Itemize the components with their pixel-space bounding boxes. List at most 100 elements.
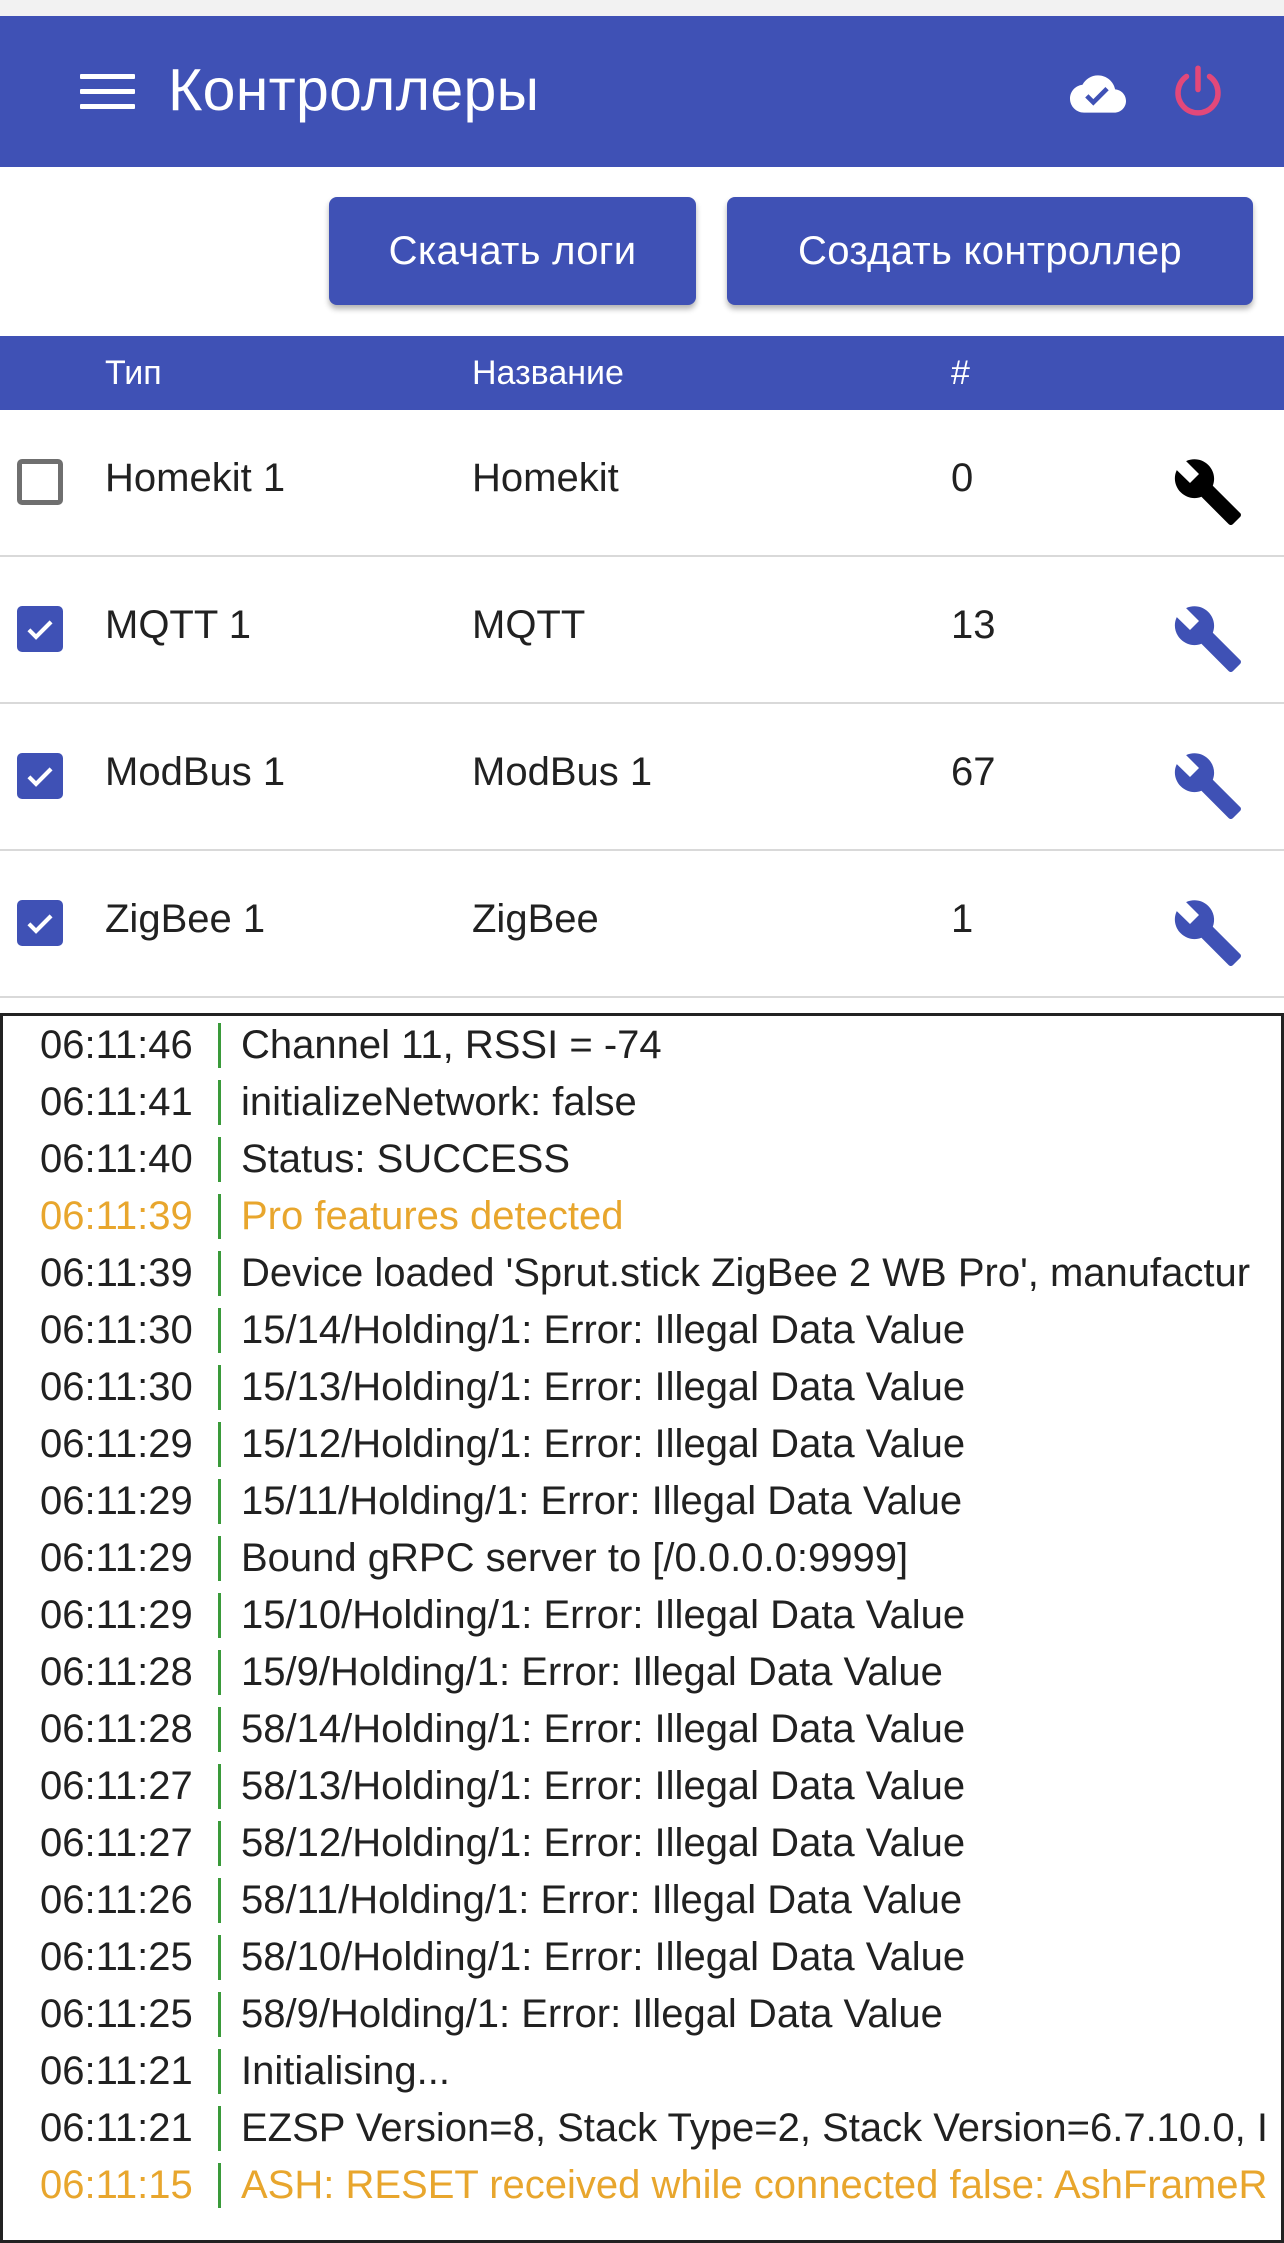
log-timestamp: 06:11:40 xyxy=(40,1137,193,1181)
log-message: 15/11/Holding/1: Error: Illegal Data Val… xyxy=(241,1479,963,1523)
log-separator xyxy=(218,1251,221,1296)
log-message: Channel 11, RSSI = -74 xyxy=(241,1023,662,1067)
table-row[interactable]: Homekit 1 Homekit 0 xyxy=(0,410,1284,557)
log-message: Pro features detected xyxy=(241,1194,624,1238)
cell-type: ModBus 1 xyxy=(105,750,286,794)
download-logs-button[interactable]: Скачать логи xyxy=(329,197,696,305)
log-message: Bound gRPC server to [/0.0.0.0:9999] xyxy=(241,1536,909,1580)
log-separator xyxy=(218,1650,221,1695)
log-timestamp: 06:11:46 xyxy=(40,1023,193,1067)
log-separator xyxy=(218,1422,221,1467)
log-separator xyxy=(218,1536,221,1581)
check-icon xyxy=(27,914,53,934)
log-message: 58/13/Holding/1: Error: Illegal Data Val… xyxy=(241,1764,966,1808)
log-message: 58/10/Holding/1: Error: Illegal Data Val… xyxy=(241,1935,966,1979)
log-separator xyxy=(218,2106,221,2151)
cell-count: 1 xyxy=(951,897,974,941)
log-timestamp: 06:11:27 xyxy=(40,1764,193,1808)
column-header-type[interactable]: Тип xyxy=(105,354,162,393)
log-timestamp: 06:11:30 xyxy=(40,1365,193,1409)
action-bar: Скачать логи Создать контроллер xyxy=(0,167,1284,335)
log-line: 06:11:29 Bound gRPC server to [/0.0.0.0:9… xyxy=(3,1530,1281,1587)
wrench-icon[interactable] xyxy=(1172,897,1244,969)
log-panel[interactable]: 06:11:46 Channel 11, RSSI = -74 06:11:41 in… xyxy=(0,1013,1284,2243)
log-message: ASH: RESET received while connected fals… xyxy=(241,2163,1268,2207)
log-timestamp: 06:11:41 xyxy=(40,1080,193,1124)
app-bar: Контроллеры xyxy=(0,16,1284,167)
log-separator xyxy=(218,1194,221,1239)
column-header-count[interactable]: # xyxy=(951,354,970,393)
log-line: 06:11:29 15/11/Holding/1: Error: Illegal … xyxy=(3,1473,1281,1530)
log-separator xyxy=(218,1308,221,1353)
log-message: 15/12/Holding/1: Error: Illegal Data Val… xyxy=(241,1422,966,1466)
log-message: 15/9/Holding/1: Error: Illegal Data Valu… xyxy=(241,1650,943,1694)
row-checkbox[interactable] xyxy=(17,459,63,505)
log-line: 06:11:21 EZSP Version=8, Stack Type=2, St… xyxy=(3,2100,1281,2157)
log-line: 06:11:29 15/10/Holding/1: Error: Illegal … xyxy=(3,1587,1281,1644)
log-message: Device loaded 'Sprut.stick ZigBee 2 WB P… xyxy=(241,1251,1251,1295)
wrench-icon[interactable] xyxy=(1172,603,1244,675)
log-message: 58/11/Holding/1: Error: Illegal Data Val… xyxy=(241,1878,963,1922)
check-icon xyxy=(27,767,53,787)
log-message: 58/14/Holding/1: Error: Illegal Data Val… xyxy=(241,1707,966,1751)
log-separator xyxy=(218,2163,221,2208)
row-checkbox[interactable] xyxy=(17,900,63,946)
cell-type: Homekit 1 xyxy=(105,456,286,500)
log-message: 15/10/Holding/1: Error: Illegal Data Val… xyxy=(241,1593,966,1637)
cell-count: 0 xyxy=(951,456,974,500)
log-line: 06:11:39 Device loaded 'Sprut.stick ZigBe… xyxy=(3,1245,1281,1302)
log-separator xyxy=(218,1878,221,1923)
log-message: initializeNetwork: false xyxy=(241,1080,637,1124)
log-timestamp: 06:11:28 xyxy=(40,1650,193,1694)
row-checkbox[interactable] xyxy=(17,606,63,652)
log-line: 06:11:28 58/14/Holding/1: Error: Illegal … xyxy=(3,1701,1281,1758)
log-separator xyxy=(218,1935,221,1980)
table-row[interactable]: ZigBee 1 ZigBee 1 xyxy=(0,851,1284,998)
log-timestamp: 06:11:25 xyxy=(40,1935,193,1979)
log-timestamp: 06:11:21 xyxy=(40,2106,193,2150)
log-separator xyxy=(218,1479,221,1524)
log-separator xyxy=(218,1137,221,1182)
column-header-name[interactable]: Название xyxy=(472,354,624,393)
cell-count: 13 xyxy=(951,603,996,647)
log-separator xyxy=(218,2049,221,2094)
log-line: 06:11:25 58/10/Holding/1: Error: Illegal … xyxy=(3,1929,1281,1986)
create-controller-button[interactable]: Создать контроллер xyxy=(727,197,1253,305)
log-message: EZSP Version=8, Stack Type=2, Stack Vers… xyxy=(241,2106,1268,2150)
log-line: 06:11:27 58/13/Holding/1: Error: Illegal … xyxy=(3,1758,1281,1815)
log-timestamp: 06:11:27 xyxy=(40,1821,193,1865)
table-row[interactable]: ModBus 1 ModBus 1 67 xyxy=(0,704,1284,851)
power-icon[interactable] xyxy=(1168,62,1228,122)
wrench-icon[interactable] xyxy=(1172,456,1244,528)
cloud-done-icon[interactable] xyxy=(1060,66,1136,122)
check-icon xyxy=(27,620,53,640)
wrench-icon[interactable] xyxy=(1172,750,1244,822)
log-line: 06:11:21 Initialising... xyxy=(3,2043,1281,2100)
log-line: 06:11:26 58/11/Holding/1: Error: Illegal … xyxy=(3,1872,1281,1929)
log-message: Status: SUCCESS xyxy=(241,1137,571,1181)
log-message: 15/13/Holding/1: Error: Illegal Data Val… xyxy=(241,1365,966,1409)
log-separator xyxy=(218,1821,221,1866)
log-timestamp: 06:11:29 xyxy=(40,1422,193,1466)
log-line: 06:11:29 15/12/Holding/1: Error: Illegal … xyxy=(3,1416,1281,1473)
log-line: 06:11:25 58/9/Holding/1: Error: Illegal D… xyxy=(3,1986,1281,2043)
menu-icon[interactable] xyxy=(80,74,135,110)
table-row[interactable]: MQTT 1 MQTT 13 xyxy=(0,557,1284,704)
log-timestamp: 06:11:39 xyxy=(40,1194,193,1238)
log-message: 58/9/Holding/1: Error: Illegal Data Valu… xyxy=(241,1992,943,2036)
table-header: Тип Название # xyxy=(0,336,1284,410)
log-separator xyxy=(218,1593,221,1638)
row-checkbox[interactable] xyxy=(17,753,63,799)
log-timestamp: 06:11:25 xyxy=(40,1992,193,2036)
status-bar xyxy=(0,0,1284,16)
log-timestamp: 06:11:29 xyxy=(40,1536,193,1580)
log-timestamp: 06:11:26 xyxy=(40,1878,193,1922)
log-separator xyxy=(218,1707,221,1752)
log-separator xyxy=(218,1764,221,1809)
cell-type: ZigBee 1 xyxy=(105,897,266,941)
log-line: 06:11:27 58/12/Holding/1: Error: Illegal … xyxy=(3,1815,1281,1872)
log-line: 06:11:40 Status: SUCCESS xyxy=(3,1131,1281,1188)
log-timestamp: 06:11:39 xyxy=(40,1251,193,1295)
log-separator xyxy=(218,1992,221,2037)
log-timestamp: 06:11:30 xyxy=(40,1308,193,1352)
